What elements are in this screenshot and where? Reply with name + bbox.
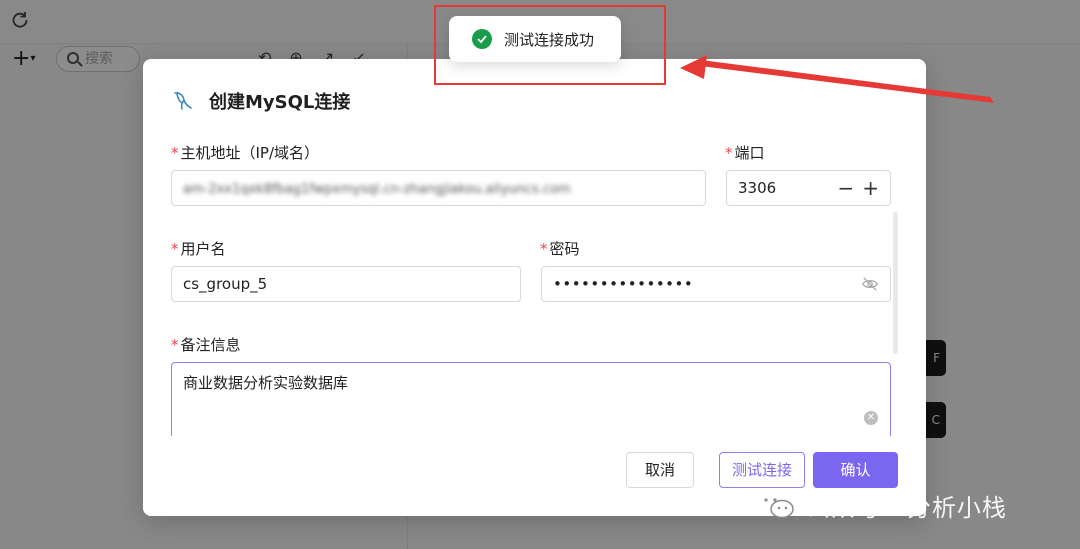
username-value: cs_group_5 <box>183 275 268 293</box>
create-mysql-dialog: 创建MySQL连接 * 主机地址（IP/域名） am-2xx1qxk8fbag1f… <box>143 59 926 516</box>
username-label: * 用户名 <box>171 240 226 258</box>
host-input[interactable]: am-2xx1qxk8fbag1fwpxmysql.cn-zhangjiakou… <box>171 170 706 206</box>
port-increment-button[interactable]: + <box>862 178 879 198</box>
dialog-title: 创建MySQL连接 <box>171 89 350 113</box>
required-mark: * <box>171 144 179 162</box>
remark-textarea[interactable]: 商业数据分析实验数据库 ✕ <box>171 362 891 436</box>
remark-value: 商业数据分析实验数据库 <box>183 374 349 392</box>
dialog-scrollbar[interactable] <box>893 212 898 354</box>
host-value: am-2xx1qxk8fbag1fwpxmysql.cn-zhangjiakou… <box>183 182 571 197</box>
mysql-dolphin-icon <box>174 92 192 110</box>
confirm-button[interactable]: 确认 <box>813 452 898 488</box>
remark-label: * 备注信息 <box>171 336 241 354</box>
annotation-highlight-box <box>434 5 666 85</box>
username-input[interactable]: cs_group_5 <box>171 266 521 302</box>
required-mark: * <box>725 144 733 162</box>
cancel-button[interactable]: 取消 <box>626 452 694 488</box>
clear-icon[interactable]: ✕ <box>864 411 878 425</box>
wechat-icon <box>758 492 794 519</box>
dialog-title-text: 创建MySQL连接 <box>209 92 351 113</box>
password-input[interactable]: ••••••••••••••• <box>541 266 891 302</box>
port-value: 3306 <box>738 179 777 197</box>
port-decrement-button[interactable]: − <box>837 178 854 198</box>
watermark: 公众号 · 分析小栈 <box>756 487 1007 523</box>
required-mark: * <box>171 336 179 354</box>
password-value: ••••••••••••••• <box>553 275 694 293</box>
required-mark: * <box>171 240 179 258</box>
host-label: * 主机地址（IP/域名） <box>171 144 320 162</box>
eye-off-icon[interactable] <box>861 275 879 293</box>
watermark-text: 公众号 · 分析小栈 <box>806 493 1007 522</box>
port-stepper[interactable]: 3306 − + <box>726 170 891 206</box>
port-label: * 端口 <box>725 144 765 162</box>
required-mark: * <box>540 240 548 258</box>
password-label: * 密码 <box>540 240 580 258</box>
test-connection-button[interactable]: 测试连接 <box>719 452 805 488</box>
